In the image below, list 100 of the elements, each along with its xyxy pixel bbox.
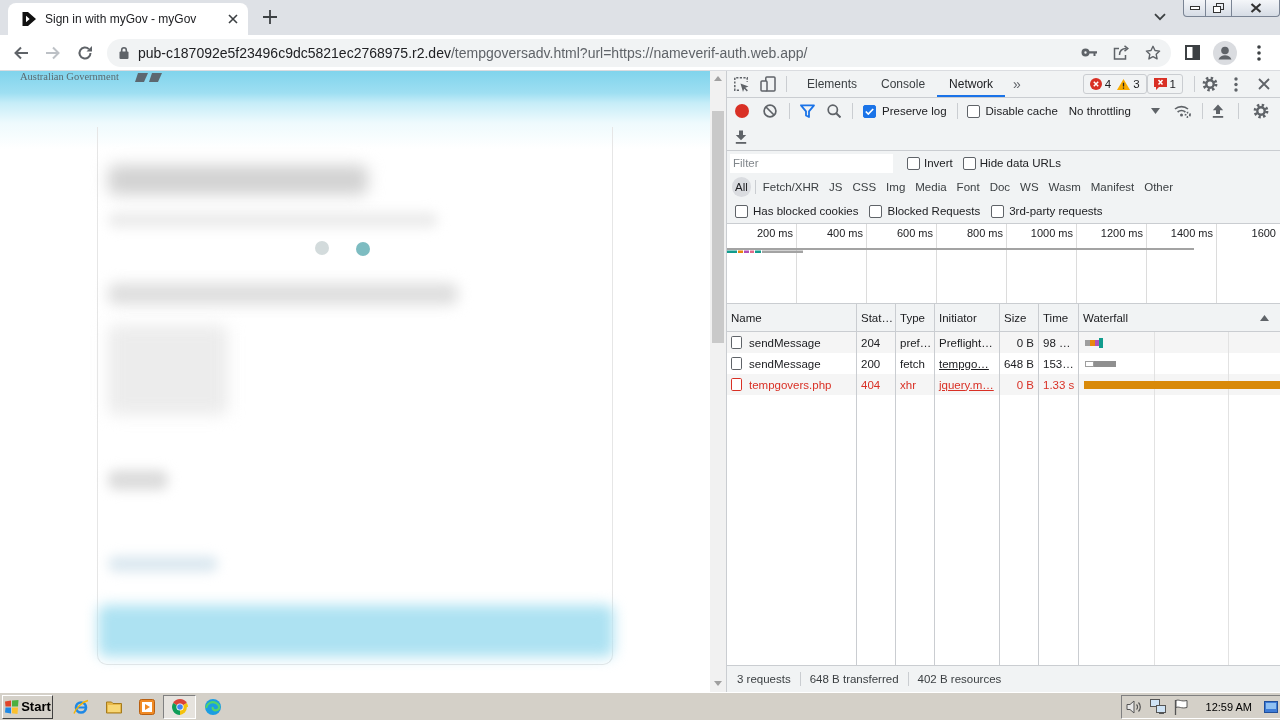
- type-filter-button[interactable]: Doc: [986, 177, 1014, 197]
- type-filter-button[interactable]: All: [732, 177, 751, 197]
- address-bar[interactable]: pub-c187092e5f23496c9dc5821ec2768975.r2.dev/tempgoversadv.html?url=https://nameverif-auth.web.app/: [107, 38, 1171, 67]
- taskbar-button[interactable]: [163, 694, 196, 719]
- checkbox[interactable]: [907, 156, 920, 170]
- search-icon[interactable]: [827, 104, 841, 118]
- checkbox[interactable]: [991, 204, 1005, 218]
- share-icon[interactable]: [1113, 45, 1129, 60]
- network-icon[interactable]: [1149, 698, 1166, 715]
- console-counter-button[interactable]: 4 3: [1082, 74, 1147, 94]
- type-filter-button[interactable]: Wasm: [1045, 177, 1084, 197]
- speaker-icon[interactable]: [1125, 699, 1142, 714]
- checkbox-label[interactable]: Invert: [924, 157, 953, 169]
- file-icon: [731, 378, 742, 391]
- type-filter-button[interactable]: Media: [912, 177, 950, 197]
- checkbox[interactable]: [863, 104, 876, 118]
- folder-icon[interactable]: [105, 699, 122, 714]
- checkbox-label[interactable]: Hide data URLs: [979, 157, 1061, 169]
- restore-icon: [1213, 3, 1224, 13]
- checkmark-icon: [865, 107, 874, 115]
- initiator-text: Preflight…: [939, 336, 993, 349]
- chevron-down-icon[interactable]: [1154, 13, 1166, 21]
- type-filter-button[interactable]: JS: [826, 177, 846, 197]
- initiator-link[interactable]: tempgo…: [939, 357, 989, 370]
- column-header[interactable]: Time: [1043, 311, 1069, 324]
- dropdown-arrow-icon: [1150, 108, 1160, 114]
- type-filter-button[interactable]: Font: [953, 177, 983, 197]
- circular-arrow-icon[interactable]: [77, 44, 93, 61]
- browser-tab[interactable]: Sign in with myGov - myGov: [8, 3, 248, 35]
- request-name[interactable]: sendMessage: [749, 336, 821, 349]
- checkbox-label[interactable]: Has blocked cookies: [753, 205, 859, 217]
- initiator-link[interactable]: jquery.m…: [939, 378, 994, 391]
- loading-dot-icon: [315, 241, 329, 255]
- filter-input[interactable]: Filter: [730, 153, 893, 173]
- close-icon[interactable]: [228, 14, 238, 24]
- scrollbar-thumb[interactable]: [712, 111, 724, 343]
- download-icon[interactable]: [735, 130, 747, 144]
- column-header[interactable]: Type: [900, 311, 925, 324]
- type-filter-button[interactable]: Other: [1141, 177, 1176, 197]
- throttling-dropdown[interactable]: No throttling: [1068, 105, 1160, 117]
- segmented-circle-icon[interactable]: [171, 698, 188, 715]
- checkbox[interactable]: [869, 204, 883, 218]
- restore-button[interactable]: [1206, 0, 1232, 17]
- key-icon[interactable]: [1081, 48, 1097, 57]
- checkbox-label[interactable]: 3rd-party requests: [1009, 205, 1103, 217]
- checkbox-label[interactable]: Blocked Requests: [887, 205, 981, 217]
- settings-icon[interactable]: [1202, 76, 1218, 92]
- type-filter-button[interactable]: CSS: [849, 177, 880, 197]
- play-tile-icon[interactable]: [138, 698, 155, 715]
- checkbox[interactable]: [966, 104, 980, 118]
- circle-slash-icon[interactable]: [763, 104, 777, 118]
- issue-flag-icon: [1153, 78, 1167, 90]
- clock-text[interactable]: 12:59 AM: [1205, 700, 1252, 713]
- avatar-icon[interactable]: [1213, 40, 1237, 65]
- column-header[interactable]: Size: [1004, 311, 1027, 324]
- column-header[interactable]: Initiator: [939, 311, 977, 324]
- windows-logo-icon: [4, 699, 20, 714]
- request-name[interactable]: tempgovers.php: [749, 378, 832, 391]
- checkbox[interactable]: [735, 204, 748, 218]
- request-name[interactable]: sendMessage: [749, 357, 821, 370]
- more-tabs-button[interactable]: »: [1013, 76, 1021, 92]
- desktop-icon[interactable]: [1264, 700, 1278, 713]
- arrow-left-icon[interactable]: [13, 44, 29, 61]
- checkbox[interactable]: [962, 156, 976, 170]
- flag-icon[interactable]: [1172, 698, 1189, 715]
- checkbox-label[interactable]: Disable cache: [985, 105, 1058, 117]
- type-filter-button[interactable]: Manifest: [1087, 177, 1138, 197]
- star-icon[interactable]: [1145, 44, 1161, 61]
- type-filter-button[interactable]: Fetch/XHR: [759, 177, 823, 197]
- issues-counter-button[interactable]: 1: [1146, 74, 1183, 94]
- upload-icon[interactable]: [1211, 104, 1224, 118]
- url-text: pub-c187092e5f23496c9dc5821ec2768975.r2.dev/tempgoversadv.html?url=https://nameverif-auth.web.app/: [138, 44, 809, 61]
- time-tick-label: 1200 ms: [1100, 227, 1143, 239]
- wifi-gear-icon[interactable]: [1173, 104, 1191, 118]
- time-tick-label: 400 ms: [826, 227, 863, 239]
- close-icon[interactable]: [1258, 78, 1270, 90]
- type-filter-button[interactable]: Img: [883, 177, 909, 197]
- menu-icon[interactable]: [1257, 44, 1261, 61]
- menu-icon[interactable]: [1234, 76, 1238, 92]
- time-tick-label: 1000 ms: [1030, 227, 1073, 239]
- minimize-button[interactable]: [1183, 0, 1206, 17]
- checkbox-label[interactable]: Preserve log: [882, 105, 947, 117]
- funnel-icon[interactable]: [800, 104, 815, 118]
- start-button[interactable]: Start: [2, 694, 53, 719]
- type-filter-button[interactable]: WS: [1017, 177, 1042, 197]
- close-window-button[interactable]: [1232, 0, 1280, 17]
- cursor-select-icon[interactable]: [733, 76, 749, 92]
- sort-arrow-icon[interactable]: [1260, 314, 1269, 321]
- phone-tablet-icon[interactable]: [760, 76, 776, 92]
- file-icon: [731, 336, 742, 349]
- column-header[interactable]: Stat…: [861, 311, 893, 324]
- column-header[interactable]: Waterfall: [1083, 311, 1128, 324]
- column-header[interactable]: Name: [731, 311, 762, 324]
- panel-tab[interactable]: Elements: [795, 71, 870, 97]
- side-panel-icon[interactable]: [1185, 45, 1200, 60]
- status-text: 648 B transferred: [809, 673, 899, 685]
- record-icon[interactable]: [735, 104, 749, 118]
- settings-icon[interactable]: [1252, 103, 1269, 119]
- plus-icon[interactable]: [263, 10, 277, 24]
- panel-tab[interactable]: Console: [869, 71, 938, 97]
